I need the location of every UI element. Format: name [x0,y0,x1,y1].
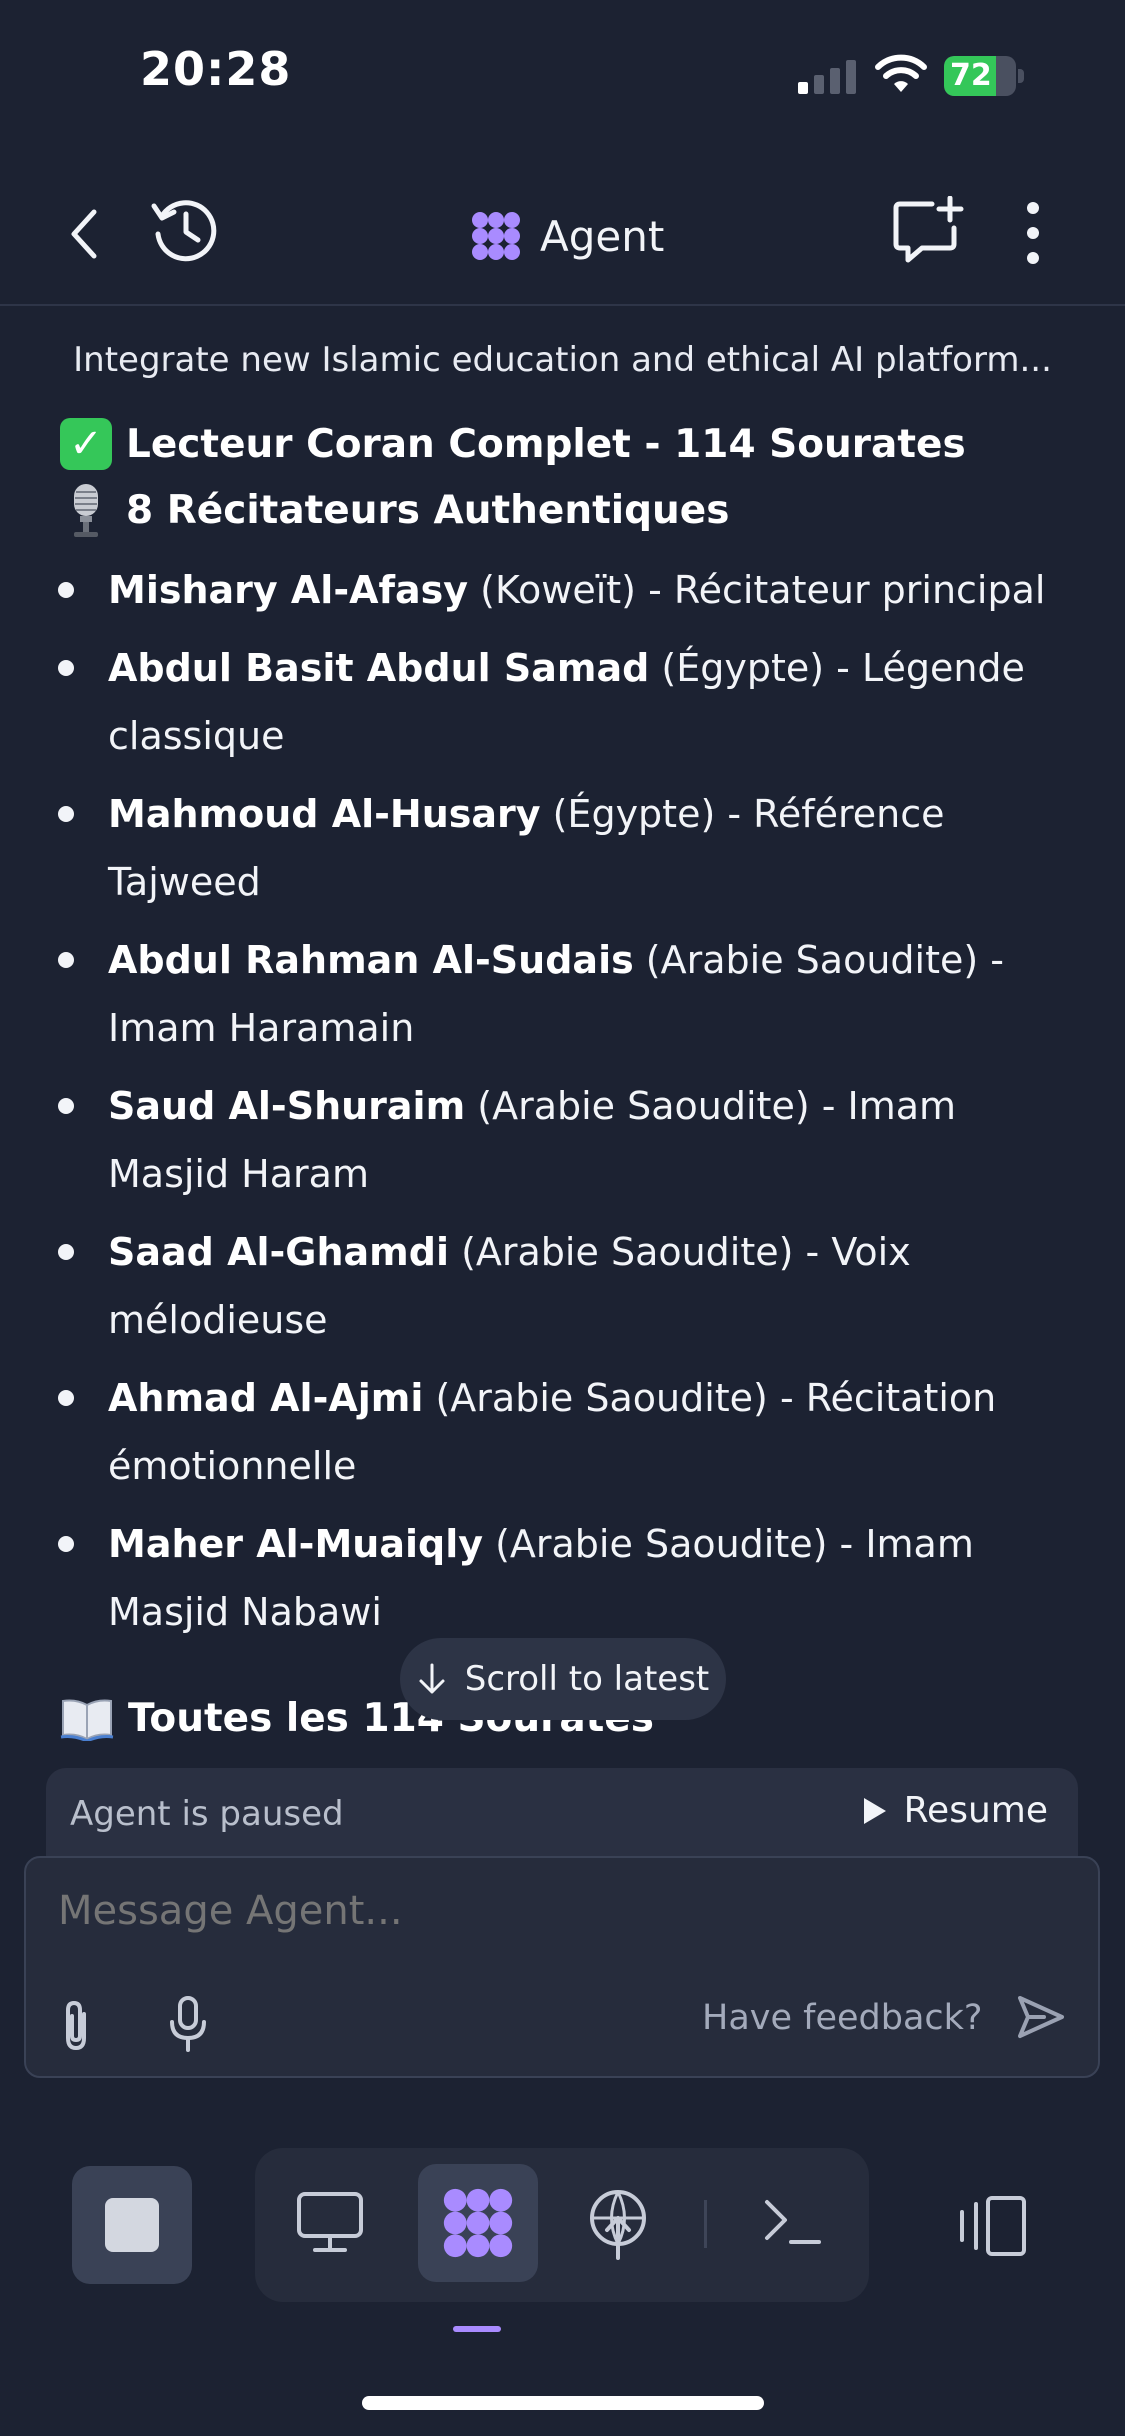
attach-icon[interactable] [56,1998,96,2054]
bullet [58,660,74,676]
scroll-to-latest-label: Scroll to latest [464,1659,710,1699]
reciter-name: Maher Al-Muaiqly [108,1522,483,1566]
tool-switcher [255,2148,869,2302]
agent-logo-icon [472,212,520,260]
list-item: Abdul Rahman Al-Sudais (Arabie Saoudite)… [56,926,1076,1062]
reciter-name: Abdul Basit Abdul Samad [108,646,650,690]
reciter-name: Mahmoud Al-Husary [108,792,541,836]
scroll-to-latest-button[interactable]: Scroll to latest [400,1638,726,1720]
bullet [58,1098,74,1114]
list-item: Abdul Basit Abdul Samad (Égypte) - Légen… [56,634,1076,770]
header-bar: Agent [0,170,1125,306]
more-options-icon[interactable] [1018,200,1048,266]
bullet [58,952,74,968]
list-item: Mahmoud Al-Husary (Égypte) - Référence T… [56,780,1076,916]
reciter-detail: (Koweït) - Récitateur principal [468,568,1046,612]
message-input[interactable] [58,1888,958,1934]
shell-icon[interactable] [761,2194,823,2250]
list-item: Ahmad Al-Ajmi (Arabie Saoudite) - Récita… [56,1364,1076,1500]
toolbar-divider [704,2200,707,2248]
bullet [58,806,74,822]
panels-icon[interactable] [958,2196,1028,2256]
cellular-signal-icon [798,60,856,94]
reciter-name: Abdul Rahman Al-Sudais [108,938,634,982]
check-mark-icon: ✓ [60,418,112,470]
agent-paused-bar: Agent is paused Resume [46,1768,1078,1858]
heading-recitateurs-text: 8 Récitateurs Authentiques [126,487,730,533]
send-icon[interactable] [1016,1992,1066,2042]
heading-recitateurs: 8 Récitateurs Authentiques [60,482,729,538]
list-item: Mishary Al-Afasy (Koweït) - Récitateur p… [56,556,1076,624]
reciter-name: Mishary Al-Afasy [108,568,469,612]
battery-percent: 72 [950,58,992,93]
bullet [58,1536,74,1552]
reciter-name: Saud Al-Shuraim [108,1084,466,1128]
reciter-list: Mishary Al-Afasy (Koweït) - Récitateur p… [56,556,1076,1656]
new-chat-button[interactable] [892,196,964,268]
home-indicator[interactable] [362,2396,764,2410]
agent-title-label: Agent [540,211,665,261]
list-item: Saad Al-Ghamdi (Arabie Saoudite) - Voix … [56,1218,1076,1354]
agent-title: Agent [470,206,664,266]
play-icon [863,1797,886,1824]
open-book-icon [60,1699,114,1741]
list-item: Maher Al-Muaiqly (Arabie Saoudite) - Ima… [56,1510,1076,1646]
reciter-name: Saad Al-Ghamdi [108,1230,449,1274]
microphone-icon[interactable] [166,1994,210,2054]
resume-button[interactable]: Resume [860,1790,1048,1831]
stop-icon [105,2198,159,2252]
agent-paused-text: Agent is paused [70,1794,344,1834]
status-time: 20:28 [140,42,292,96]
agent-tab-button[interactable] [418,2164,538,2282]
history-button[interactable] [148,194,220,266]
bullet [58,582,74,598]
studio-microphone-icon [74,484,98,537]
heading-lecteur-coran: ✓ Lecteur Coran Complet - 114 Sourates [60,418,966,470]
reciter-name: Ahmad Al-Ajmi [108,1376,424,1420]
back-button[interactable] [60,204,108,264]
bullet [58,1244,74,1260]
desktop-icon[interactable] [295,2190,365,2256]
message-composer: Have feedback? [24,1856,1100,2078]
arrow-down-icon [419,1663,445,1694]
bullet [58,1390,74,1406]
active-tab-indicator [453,2326,501,2332]
wifi-icon [875,54,927,92]
deploy-icon[interactable] [587,2188,649,2260]
feedback-link[interactable]: Have feedback? [702,1998,983,2038]
resume-label: Resume [903,1790,1048,1831]
thread-title: Integrate new Islamic education and ethi… [73,340,1052,380]
heading-lecteur-coran-text: Lecteur Coran Complet - 114 Sourates [126,421,966,467]
list-item: Saud Al-Shuraim (Arabie Saoudite) - Imam… [56,1072,1076,1208]
battery-icon: 72 [944,56,1026,96]
stop-button[interactable] [72,2166,192,2284]
agent-icon [443,2188,513,2258]
